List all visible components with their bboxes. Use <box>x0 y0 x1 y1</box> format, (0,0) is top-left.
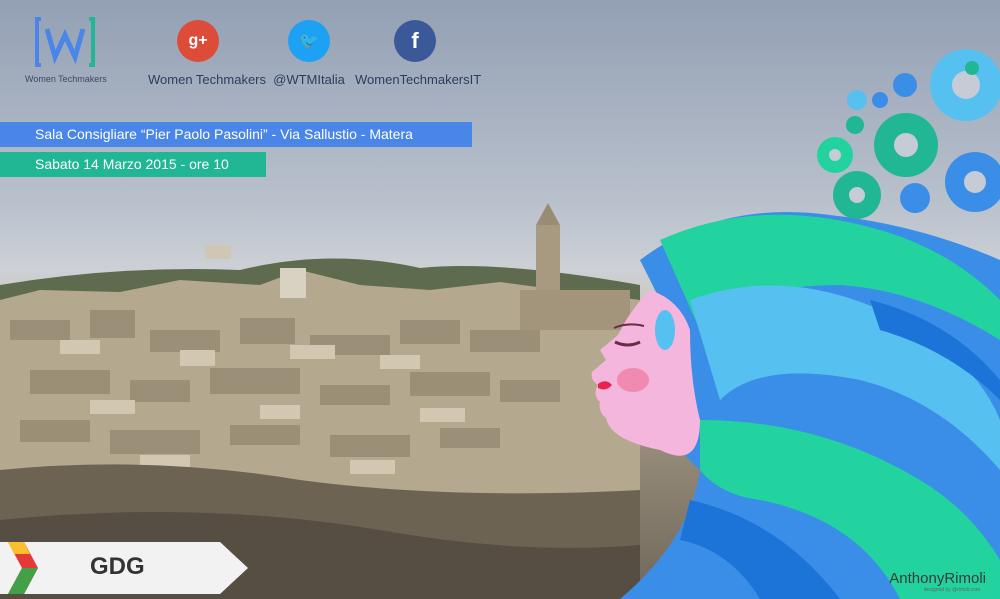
social-googleplus[interactable]: g+ Women Techmakers <box>148 20 267 87</box>
social-label: @WTMItalia <box>273 72 345 87</box>
wtm-logo-icon <box>35 17 95 67</box>
cathedral-tower <box>520 203 630 330</box>
author-credit-sub: designed by @rimoli.com <box>923 587 980 593</box>
women-techmakers-logo: Women Techmakers <box>25 17 107 84</box>
date-banner: Sabato 14 Marzo 2015 - ore 10 <box>0 152 266 177</box>
author-credit: AnthonyRimoli <box>889 570 986 587</box>
twitter-icon: 🐦 <box>288 20 330 62</box>
city-illustration <box>0 49 1000 599</box>
google-plus-icon: g+ <box>177 20 219 62</box>
social-facebook[interactable]: f WomenTechmakersIT <box>355 20 482 87</box>
hilltop-tower <box>280 268 306 298</box>
social-label: Women Techmakers <box>148 72 267 87</box>
gears-illustration <box>817 49 1000 219</box>
venue-banner: Sala Consigliare “Pier Paolo Pasolini” -… <box>0 122 472 147</box>
logo-label: Women Techmakers <box>25 74 107 84</box>
hilltop-building <box>205 245 231 259</box>
gdg-label: GDG <box>90 553 145 580</box>
poster: Women Techmakers g+ Women Techmakers 🐦 @… <box>0 0 1000 599</box>
social-label: WomenTechmakersIT <box>355 72 482 87</box>
facebook-icon: f <box>394 20 436 62</box>
social-twitter[interactable]: 🐦 @WTMItalia <box>264 20 354 87</box>
